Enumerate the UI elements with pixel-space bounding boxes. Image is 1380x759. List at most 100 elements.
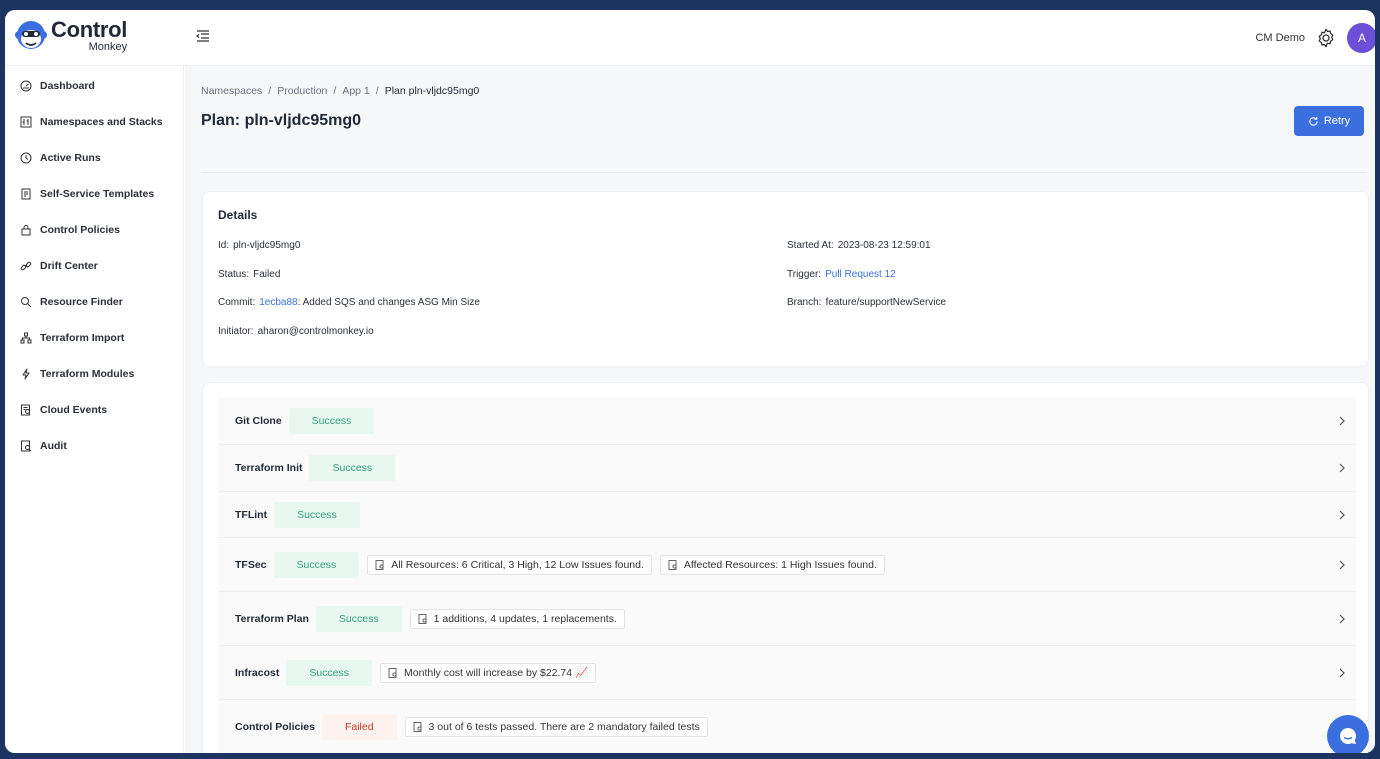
step-note-text: Monthly cost will increase by $22.74 📈 xyxy=(404,667,589,679)
detail-key: Id: xyxy=(218,240,230,251)
sidebar-item-namespaces[interactable]: Namespaces and Stacks xyxy=(20,112,163,132)
breadcrumb-production[interactable]: Production xyxy=(277,85,327,97)
chevron-right-icon[interactable] xyxy=(1338,560,1346,570)
user-name: CM Demo xyxy=(1255,32,1305,44)
stacks-icon xyxy=(20,116,32,128)
step-note-text: All Resources: 6 Critical, 3 High, 12 Lo… xyxy=(391,558,644,571)
refresh-icon xyxy=(1309,116,1318,126)
step-row-git-clone[interactable]: Git Clone Success xyxy=(218,398,1356,445)
breadcrumb-app[interactable]: App 1 xyxy=(342,85,369,97)
status-badge: Success xyxy=(315,605,402,632)
sidebar-item-dashboard[interactable]: Dashboard xyxy=(20,76,95,96)
chevron-right-icon[interactable] xyxy=(1338,416,1346,426)
detail-key: Branch: xyxy=(787,297,822,308)
sidebar-item-label: Self-Service Templates xyxy=(40,188,155,200)
chat-launcher-button[interactable] xyxy=(1327,715,1369,753)
step-note[interactable]: Monthly cost will increase by $22.74 📈 xyxy=(380,662,597,683)
logo[interactable]: Control Monkey xyxy=(15,18,127,54)
sidebar-item-audit[interactable]: Audit xyxy=(20,436,67,456)
status-badge: Success xyxy=(288,408,375,434)
step-row-tfsec[interactable]: TFSec Success All Resources: 6 Critical,… xyxy=(218,538,1356,592)
app-window: Control Monkey CM Demo A Dashboard Names… xyxy=(5,10,1375,753)
avatar[interactable]: A xyxy=(1347,23,1375,53)
step-name: Infracost xyxy=(235,666,280,679)
audit-icon xyxy=(21,440,32,452)
sidebar-item-label: Control Policies xyxy=(40,224,120,236)
status-badge: Success xyxy=(273,551,360,578)
sidebar-item-terraform-import[interactable]: Terraform Import xyxy=(20,328,124,348)
detail-started-at: Started At: 2023-08-23 12:59:01 xyxy=(787,240,931,251)
step-row-terraform-plan[interactable]: Terraform Plan Success 1 additions, 4 up… xyxy=(218,592,1356,646)
monkey-logo-icon xyxy=(15,21,47,49)
sidebar-item-templates[interactable]: Self-Service Templates xyxy=(20,184,154,204)
link-icon xyxy=(20,261,32,271)
step-note-text: Affected Resources: 1 High Issues found. xyxy=(683,558,877,571)
status-badge: Failed xyxy=(321,713,397,740)
step-note[interactable]: 3 out of 6 tests passed. There are 2 man… xyxy=(404,716,708,737)
retry-button[interactable]: Retry xyxy=(1294,106,1364,136)
sidebar-item-cloud-events[interactable]: Cloud Events xyxy=(20,400,107,420)
step-name: Git Clone xyxy=(235,415,282,427)
sidebar-item-resource-finder[interactable]: Resource Finder xyxy=(20,292,123,312)
sidebar-item-label: Terraform Import xyxy=(40,332,125,344)
event-icon xyxy=(21,404,30,416)
step-note[interactable]: Affected Resources: 1 High Issues found. xyxy=(659,554,885,575)
report-icon xyxy=(375,559,384,570)
report-icon xyxy=(388,667,397,678)
chevron-right-icon[interactable] xyxy=(1338,668,1346,678)
sidebar-item-label: Terraform Modules xyxy=(40,368,135,380)
step-row-control-policies[interactable]: Control Policies Failed 3 out of 6 tests… xyxy=(218,700,1356,753)
step-note[interactable]: 1 additions, 4 updates, 1 replacements. xyxy=(409,608,625,629)
detail-trigger: Trigger: Pull Request 12 xyxy=(787,269,896,280)
brand-subtitle: Monkey xyxy=(88,41,128,53)
chevron-right-icon[interactable] xyxy=(1338,510,1346,520)
gear-icon[interactable] xyxy=(1315,27,1337,49)
detail-key: Trigger: xyxy=(787,269,822,280)
step-row-infracost[interactable]: Infracost Success Monthly cost will incr… xyxy=(218,646,1356,700)
steps-card: Git Clone Success Terraform Init Success… xyxy=(202,382,1369,753)
status-badge: Success xyxy=(286,659,373,686)
step-note[interactable]: All Resources: 6 Critical, 3 High, 12 Lo… xyxy=(367,554,652,575)
sidebar-item-terraform-modules[interactable]: Terraform Modules xyxy=(20,364,134,384)
detail-status: Status: Failed xyxy=(218,269,280,280)
page-title: Plan: pln-vljdc95mg0 xyxy=(201,112,362,129)
chevron-right-icon[interactable] xyxy=(1338,463,1346,473)
clock-icon xyxy=(20,152,32,164)
commit-hash-link[interactable]: 1ecba88 xyxy=(259,297,297,308)
step-row-terraform-init[interactable]: Terraform Init Success xyxy=(218,445,1356,492)
menu-collapse-icon[interactable] xyxy=(195,28,211,44)
chevron-right-icon[interactable] xyxy=(1338,614,1346,624)
user-area: CM Demo A xyxy=(1255,22,1375,54)
detail-key: Status: xyxy=(218,269,250,280)
sidebar-item-control-policies[interactable]: Control Policies xyxy=(20,220,120,240)
sidebar-item-drift-center[interactable]: Drift Center xyxy=(20,256,98,276)
sidebar-item-active-runs[interactable]: Active Runs xyxy=(20,148,101,168)
template-icon xyxy=(21,188,31,200)
step-name: Terraform Plan xyxy=(235,612,309,625)
step-name: TFLint xyxy=(235,508,268,521)
sidebar: Dashboard Namespaces and Stacks Active R… xyxy=(5,66,184,753)
detail-value: feature/supportNewService xyxy=(825,297,947,308)
detail-branch: Branch: feature/supportNewService xyxy=(787,297,946,308)
detail-key: Started At: xyxy=(787,240,834,251)
sitemap-icon xyxy=(20,332,32,344)
lock-icon xyxy=(21,225,31,236)
sidebar-item-label: Namespaces and Stacks xyxy=(40,116,163,128)
dashboard-icon xyxy=(20,80,32,92)
step-name: Terraform Init xyxy=(235,462,303,474)
report-icon xyxy=(413,721,422,732)
breadcrumb-namespaces[interactable]: Namespaces xyxy=(201,85,262,97)
sidebar-item-label: Drift Center xyxy=(40,260,98,272)
detail-id: Id: pln-vljdc95mg0 xyxy=(218,240,300,251)
top-bar: Control Monkey CM Demo A xyxy=(5,10,1375,66)
retry-label: Retry xyxy=(1323,115,1351,127)
detail-key: Initiator: xyxy=(218,326,254,337)
step-name: Control Policies xyxy=(235,720,315,733)
detail-commit: Commit: 1ecba88 : Added SQS and changes … xyxy=(218,297,480,308)
sidebar-item-label: Active Runs xyxy=(40,152,101,164)
step-row-tflint[interactable]: TFLint Success xyxy=(218,492,1356,538)
report-icon xyxy=(668,559,677,570)
trigger-link[interactable]: Pull Request 12 xyxy=(825,269,896,280)
main-content: Namespaces / Production / App 1/ Plan pln-… xyxy=(185,66,1375,753)
detail-key: Commit: xyxy=(218,297,256,308)
